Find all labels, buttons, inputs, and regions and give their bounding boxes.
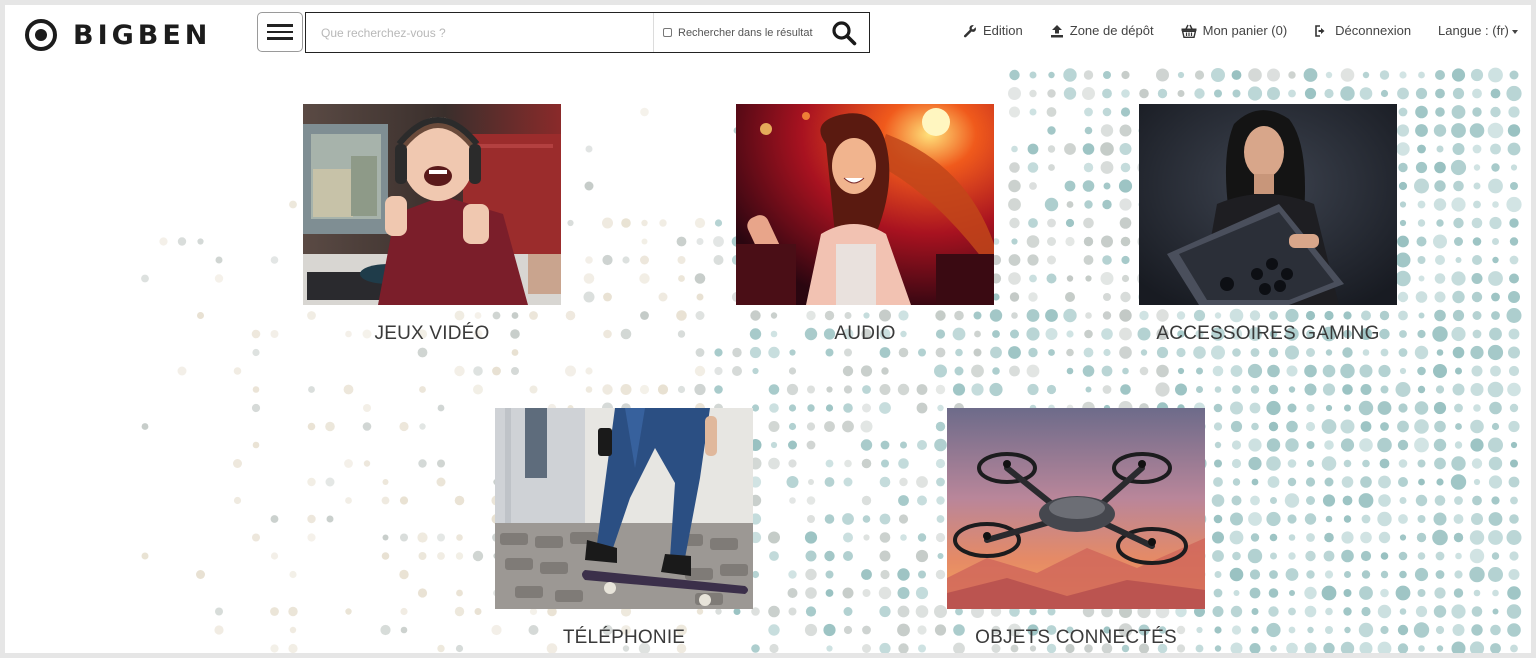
page-frame: BIGBEN Rechercher dans le résultat Editi…	[5, 5, 1531, 653]
language-selector[interactable]: Langue : (fr)	[1438, 23, 1518, 38]
category-label-audio[interactable]: AUDIO	[736, 323, 994, 345]
menu-icon	[267, 24, 293, 27]
category-image-telephony[interactable]	[495, 408, 753, 609]
category-image-connected-objects[interactable]	[947, 408, 1205, 609]
top-navigation: Edition Zone de dépôt Mon panier (0) Déc…	[963, 23, 1518, 38]
menu-button[interactable]	[257, 12, 303, 52]
brand-name: BIGBEN	[73, 19, 212, 51]
logo-mark-icon	[25, 19, 57, 51]
nav-upload-label: Zone de dépôt	[1069, 23, 1154, 38]
nav-edition[interactable]: Edition	[963, 23, 1023, 38]
category-image-video-games[interactable]	[303, 104, 561, 305]
category-image-audio[interactable]	[736, 104, 994, 305]
logout-icon	[1315, 24, 1325, 37]
category-label-telephony[interactable]: TÉLÉPHONIE	[495, 627, 753, 649]
category-gaming-accessories[interactable]: ACCESSOIRES GAMING	[1139, 104, 1397, 345]
nav-cart-label: Mon panier (0)	[1202, 23, 1288, 38]
category-label-connected-objects[interactable]: OBJETS CONNECTÉS	[947, 627, 1205, 649]
search-icon	[832, 21, 857, 46]
category-telephony[interactable]: TÉLÉPHONIE	[495, 408, 753, 649]
search-in-results-label: Rechercher dans le résultat	[678, 26, 813, 39]
search-in-results-option[interactable]: Rechercher dans le résultat	[663, 27, 813, 39]
category-connected-objects[interactable]: OBJETS CONNECTÉS	[947, 408, 1205, 649]
caret-down-icon	[1511, 29, 1518, 34]
category-label-video-games[interactable]: JEUX VIDÉO	[303, 323, 561, 345]
brand-logo[interactable]: BIGBEN	[25, 19, 211, 51]
nav-upload-zone[interactable]: Zone de dépôt	[1050, 23, 1154, 38]
category-label-gaming-accessories[interactable]: ACCESSOIRES GAMING	[1139, 323, 1397, 345]
basket-icon	[1181, 24, 1197, 38]
wrench-icon	[963, 24, 976, 37]
search-in-results-checkbox[interactable]	[663, 28, 672, 37]
nav-logout-label: Déconnexion	[1335, 23, 1412, 38]
category-audio[interactable]: AUDIO	[736, 104, 994, 345]
search-input[interactable]	[306, 13, 654, 52]
nav-edition-label: Edition	[983, 23, 1023, 38]
category-video-games[interactable]: JEUX VIDÉO	[303, 104, 561, 345]
search-bar: Rechercher dans le résultat	[305, 12, 870, 53]
language-label: Langue : (fr)	[1438, 23, 1509, 38]
upload-icon	[1050, 24, 1063, 37]
nav-cart[interactable]: Mon panier (0)	[1181, 23, 1288, 38]
category-image-gaming-accessories[interactable]	[1139, 104, 1397, 305]
nav-logout[interactable]: Déconnexion	[1314, 23, 1411, 38]
search-button[interactable]	[831, 20, 857, 46]
